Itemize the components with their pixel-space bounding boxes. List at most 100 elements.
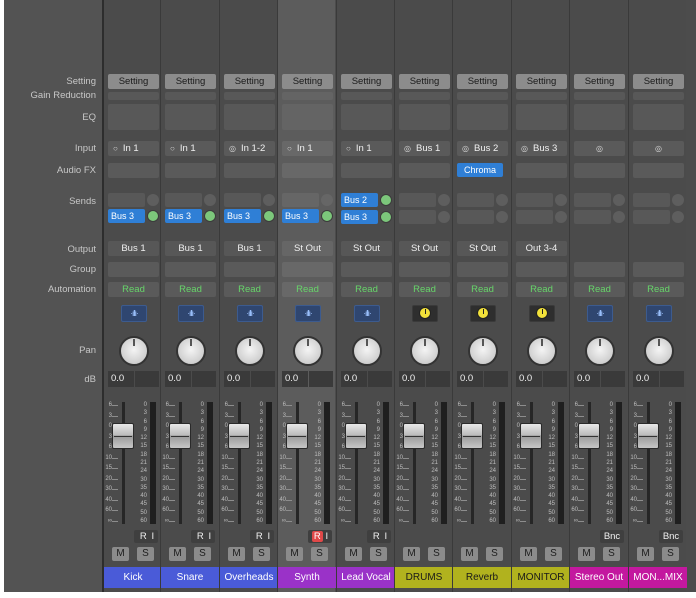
record-enable-button[interactable]: R	[254, 531, 265, 542]
input-slot[interactable]: ○ In 1	[282, 141, 333, 156]
solo-button[interactable]: S	[603, 547, 620, 561]
track-name[interactable]: Stereo Out	[570, 567, 628, 588]
mute-button[interactable]: M	[228, 547, 245, 561]
group-slot[interactable]	[516, 262, 567, 277]
send-button[interactable]: Bus 2	[341, 193, 378, 207]
group-slot[interactable]	[224, 262, 275, 277]
send-slot[interactable]	[165, 193, 202, 207]
send-slot[interactable]	[282, 193, 319, 207]
solo-button[interactable]: S	[311, 547, 328, 561]
setting-button[interactable]: Setting	[516, 74, 567, 89]
setting-button[interactable]: Setting	[341, 74, 392, 89]
eq-display[interactable]	[574, 104, 625, 130]
send-button[interactable]: Bus 3	[341, 210, 378, 224]
volume-fader[interactable]	[286, 423, 308, 449]
send-button[interactable]: Bus 3	[282, 209, 319, 223]
send-slot[interactable]	[574, 210, 611, 224]
send-button[interactable]: Bus 3	[165, 209, 202, 223]
send-slot[interactable]	[399, 193, 436, 207]
send-slot[interactable]	[516, 193, 553, 207]
automation-mode-button[interactable]: Read	[341, 282, 392, 297]
eq-display[interactable]	[341, 104, 392, 130]
bounce-button[interactable]: Bnc	[600, 530, 624, 543]
output-slot[interactable]: Bus 1	[165, 241, 216, 256]
pan-knob[interactable]	[176, 336, 206, 366]
send-level-knob[interactable]	[496, 194, 508, 206]
plugin-meter-button[interactable]	[412, 305, 438, 322]
plugin-waveform-button[interactable]: ·ıllı·	[178, 305, 204, 322]
track-name[interactable]: Kick	[104, 567, 162, 588]
group-slot[interactable]	[165, 262, 216, 277]
track-name[interactable]: Snare	[161, 567, 219, 588]
record-enable-button[interactable]: R	[195, 531, 206, 542]
automation-mode-button[interactable]: Read	[633, 282, 684, 297]
volume-fader[interactable]	[637, 423, 659, 449]
mute-button[interactable]: M	[637, 547, 654, 561]
plugin-waveform-button[interactable]: ·ıllı·	[121, 305, 147, 322]
channel-strip[interactable]: Setting ◎ Bus 2 Chroma St Out Read 0.0 6 3 0 3 6 10 1…	[452, 0, 511, 592]
pan-knob[interactable]	[293, 336, 323, 366]
solo-button[interactable]: S	[253, 547, 270, 561]
pan-knob[interactable]	[235, 336, 265, 366]
automation-mode-button[interactable]: Read	[224, 282, 275, 297]
send-level-knob[interactable]	[263, 210, 275, 222]
send-slot[interactable]	[574, 193, 611, 207]
send-level-knob[interactable]	[263, 194, 275, 206]
mute-button[interactable]: M	[345, 547, 362, 561]
send-slot[interactable]	[399, 210, 436, 224]
setting-button[interactable]: Setting	[224, 74, 275, 89]
send-level-knob[interactable]	[672, 194, 684, 206]
automation-mode-button[interactable]: Read	[457, 282, 508, 297]
audio-fx-slot[interactable]	[165, 163, 216, 178]
automation-mode-button[interactable]: Read	[108, 282, 159, 297]
output-slot[interactable]	[633, 241, 684, 256]
eq-display[interactable]	[516, 104, 567, 130]
group-slot[interactable]	[633, 262, 684, 277]
output-slot[interactable]	[574, 241, 625, 256]
eq-display[interactable]	[457, 104, 508, 130]
audio-fx-slot[interactable]	[108, 163, 159, 178]
output-slot[interactable]: St Out	[399, 241, 450, 256]
record-enable-button[interactable]: R	[371, 531, 382, 542]
automation-mode-button[interactable]: Read	[282, 282, 333, 297]
track-name[interactable]: Overheads	[220, 567, 278, 588]
audio-fx-slot[interactable]	[574, 163, 625, 178]
pan-knob[interactable]	[527, 336, 557, 366]
input-slot[interactable]: ◎ In 1-2	[224, 141, 275, 156]
send-slot[interactable]	[633, 193, 670, 207]
volume-fader[interactable]	[461, 423, 483, 449]
channel-strip[interactable]: Setting ○ In 1 Bus 3 Bus 1 Read ·ıllı· 0.0 6 3 0 3 6…	[160, 0, 219, 592]
output-slot[interactable]: Bus 1	[224, 241, 275, 256]
input-slot[interactable]: ○ In 1	[108, 141, 159, 156]
group-slot[interactable]	[399, 262, 450, 277]
record-enable-button[interactable]: R	[311, 531, 323, 542]
pan-knob[interactable]	[410, 336, 440, 366]
solo-button[interactable]: S	[486, 547, 503, 561]
volume-fader[interactable]	[228, 423, 250, 449]
setting-button[interactable]: Setting	[108, 74, 159, 89]
send-level-knob[interactable]	[613, 194, 625, 206]
send-level-knob[interactable]	[613, 211, 625, 223]
bounce-button[interactable]: Bnc	[659, 530, 683, 543]
pan-knob[interactable]	[644, 336, 674, 366]
mute-button[interactable]: M	[403, 547, 420, 561]
eq-display[interactable]	[108, 104, 159, 130]
plugin-waveform-button[interactable]: ·ıllı·	[354, 305, 380, 322]
input-monitor-button[interactable]: I	[208, 531, 211, 542]
input-slot[interactable]: ◎ Bus 1	[399, 141, 450, 156]
input-slot[interactable]: ○ In 1	[165, 141, 216, 156]
mute-button[interactable]: M	[520, 547, 537, 561]
send-slot[interactable]	[224, 193, 261, 207]
send-level-knob[interactable]	[380, 211, 392, 223]
plugin-waveform-button[interactable]: ·ıllı·	[587, 305, 613, 322]
send-button[interactable]: Bus 3	[108, 209, 145, 223]
audio-fx-slot[interactable]	[282, 163, 333, 178]
mute-button[interactable]: M	[169, 547, 186, 561]
send-level-knob[interactable]	[438, 211, 450, 223]
eq-display[interactable]	[282, 104, 333, 130]
send-level-knob[interactable]	[380, 194, 392, 206]
output-slot[interactable]: St Out	[282, 241, 333, 256]
channel-strip[interactable]: Setting ○ In 1 Bus 2 Bus 3 St Out Read ·ıllı· 0.…	[336, 0, 395, 592]
send-slot[interactable]	[457, 193, 494, 207]
volume-fader[interactable]	[578, 423, 600, 449]
